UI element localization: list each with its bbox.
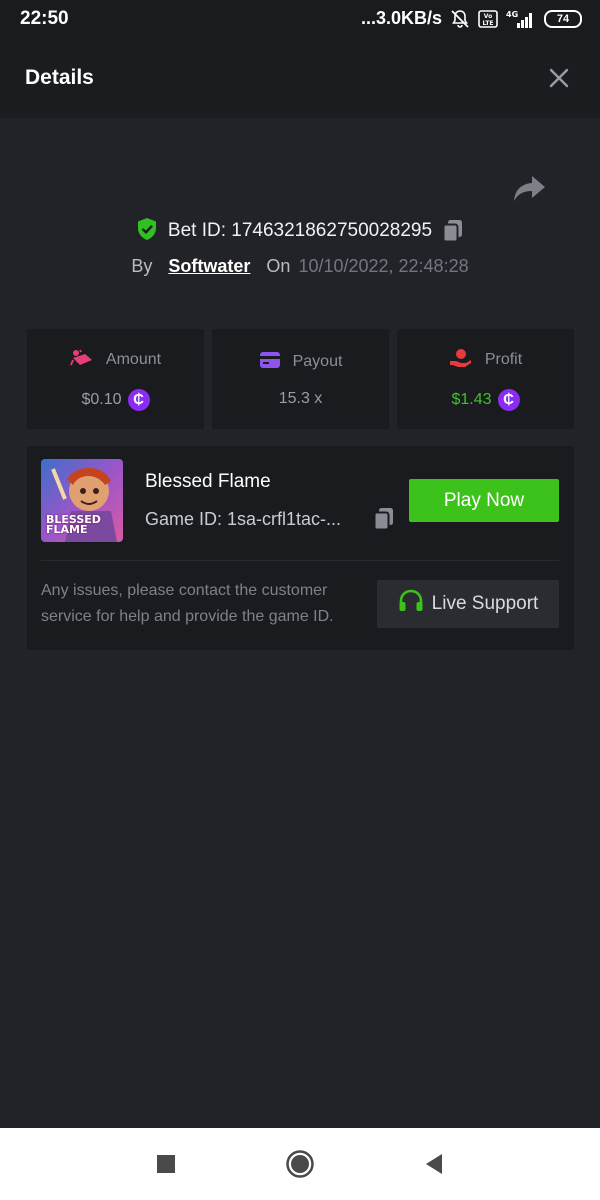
bettor-username-link[interactable]: Softwater <box>168 256 250 277</box>
stat-label: Profit <box>484 351 523 368</box>
circle-icon <box>286 1150 314 1178</box>
status-bar: 22:50 ...3.0KB/s Vo LTE 4G 74 <box>0 0 600 37</box>
bet-meta-row: By Softwater On 10/10/2022, 22:48:28 <box>0 252 600 280</box>
battery-icon: 74 <box>544 9 582 28</box>
game-title: Blessed Flame <box>145 471 271 492</box>
svg-text:LTE: LTE <box>482 20 493 27</box>
stat-label: Payout <box>292 353 343 370</box>
game-id-row: Game ID: 1sa-crfl1tac-... <box>145 507 395 531</box>
on-label: On <box>266 255 291 276</box>
share-button[interactable] <box>512 174 548 206</box>
live-support-label: Live Support <box>431 593 539 614</box>
profit-hand-icon <box>449 348 473 373</box>
share-icon <box>514 176 545 201</box>
status-time: 22:50 <box>20 7 69 29</box>
stat-value: $0.10 <box>81 390 122 408</box>
details-header: Details <box>0 37 600 118</box>
stat-payout: Payout 15.3 x <box>212 329 389 429</box>
home-button[interactable] <box>283 1147 317 1181</box>
by-label: By <box>131 255 153 276</box>
square-icon <box>157 1155 175 1173</box>
status-icons: ...3.0KB/s Vo LTE 4G 74 <box>361 8 582 29</box>
game-id: Game ID: 1sa-crfl1tac-... <box>145 508 342 529</box>
stat-label: Amount <box>105 351 162 368</box>
network-speed: ...3.0KB/s <box>360 8 442 28</box>
help-text: Any issues, please contact the customer … <box>41 582 334 625</box>
stat-amount: Amount $0.10 ₵ <box>27 329 204 429</box>
bet-stats: Amount $0.10 ₵ Payout 15.3 x Profit $1.4… <box>27 329 574 429</box>
play-now-button[interactable]: Play Now <box>409 479 559 522</box>
bell-off-icon <box>450 9 470 29</box>
copy-bet-id-button[interactable] <box>442 219 464 243</box>
headset-icon <box>398 589 424 619</box>
system-nav-bar <box>0 1128 600 1200</box>
stat-profit: Profit $1.43 ₵ <box>397 329 574 429</box>
bet-id: Bet ID: 1746321862750028295 <box>167 220 433 241</box>
stat-value: $1.43 <box>451 390 492 408</box>
game-card: BLESSED FLAME Blessed Flame Game ID: 1sa… <box>27 446 574 650</box>
copy-game-id-button[interactable] <box>373 507 395 531</box>
network-type: 4G <box>506 10 518 19</box>
thumbnail-title: BLESSED FLAME <box>46 513 101 536</box>
coin-icon: ₵ <box>127 388 150 411</box>
signal-icon: 4G <box>506 9 536 29</box>
divider <box>41 560 559 561</box>
recents-button[interactable] <box>149 1147 183 1181</box>
verified-shield-icon <box>136 217 158 246</box>
back-triangle-icon <box>426 1154 442 1174</box>
svg-text:Vo: Vo <box>484 13 492 20</box>
bet-amount-icon <box>70 348 94 373</box>
bet-date: 10/10/2022, 22:48:28 <box>298 255 469 276</box>
game-thumbnail[interactable]: BLESSED FLAME <box>41 459 123 542</box>
card-icon <box>259 351 281 374</box>
stat-value: 15.3 x <box>278 389 323 407</box>
close-button[interactable] <box>546 65 572 91</box>
volte-icon: Vo LTE <box>478 9 498 28</box>
back-button[interactable] <box>417 1147 451 1181</box>
bet-id-row: Bet ID: 1746321862750028295 <box>0 215 600 247</box>
page-title: Details <box>25 65 94 89</box>
close-icon <box>549 68 569 87</box>
copy-icon <box>442 220 463 243</box>
live-support-button[interactable]: Live Support <box>377 580 559 628</box>
copy-icon <box>373 508 393 531</box>
coin-icon: ₵ <box>497 388 520 411</box>
